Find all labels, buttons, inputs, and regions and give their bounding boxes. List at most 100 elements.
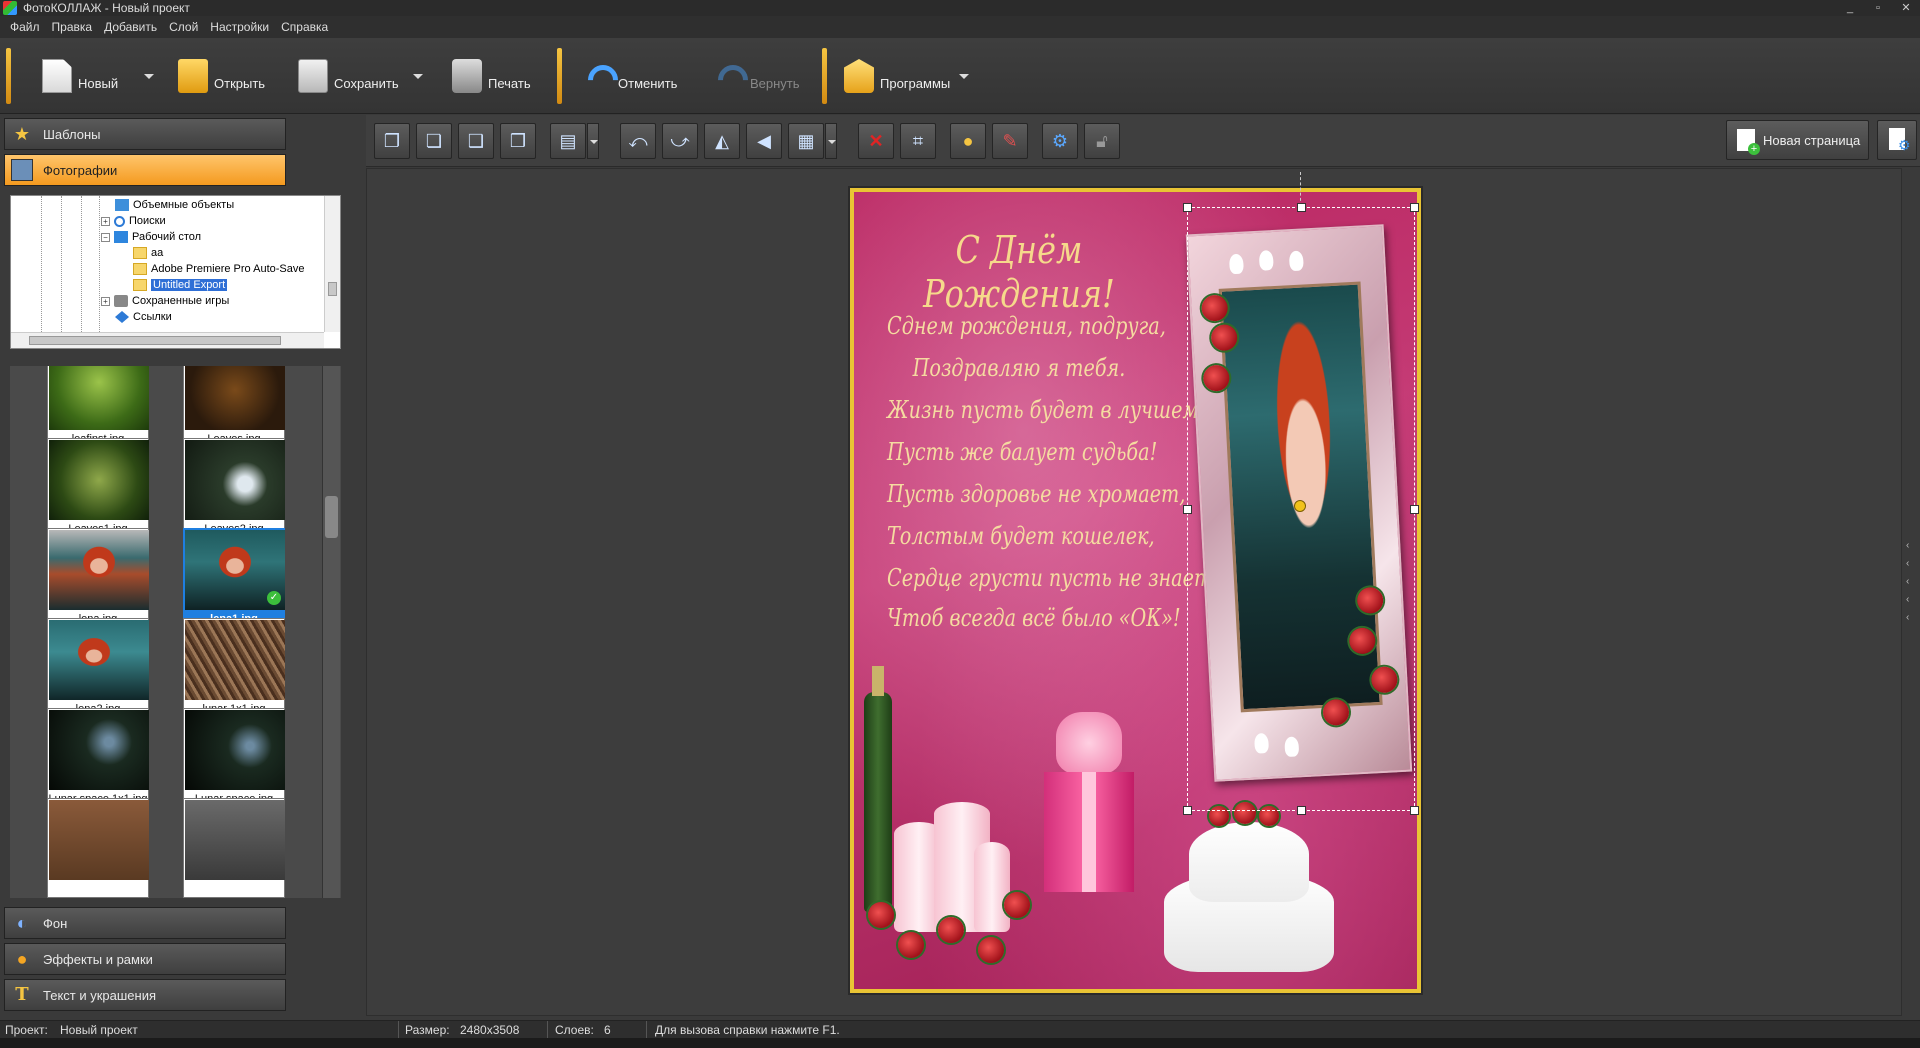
menu-file[interactable]: Файл [4,20,46,34]
tree-vertical-scrollbar[interactable] [324,196,340,332]
thumbnail-item[interactable]: Leaves1.jpg [47,438,149,538]
minimize-button[interactable]: _ [1836,0,1864,16]
lock-button[interactable]: 🔓︎ [1084,123,1120,159]
expand-icon[interactable]: + [101,296,110,306]
send-to-back-icon: ❒ [509,130,527,151]
rotate-right-button[interactable]: ⤻ [662,123,698,159]
tree-item-untitled-export[interactable]: Untitled Export [133,278,229,292]
align-button[interactable]: ▤ [550,123,586,159]
collapse-arrow-icon[interactable]: ‹ [1906,540,1909,551]
properties-button[interactable]: ⚙ [1042,123,1078,159]
collage-page[interactable]: С Днём Рождения! Сднем рождения, подруга… [850,188,1421,993]
bring-forward-button[interactable]: ❏ [416,123,452,159]
align-dropdown-arrow[interactable] [587,123,599,159]
new-page-button[interactable]: Новая страница [1726,120,1869,160]
fill-button[interactable]: ● [950,123,986,159]
undo-button[interactable]: Отменить [582,52,677,100]
bring-to-front-button[interactable]: ❐ [374,123,410,159]
thumbnail-item-selected[interactable]: ✓ lena1.jpg [183,528,285,628]
stretch-dropdown-arrow[interactable] [825,123,837,159]
thumbnail-item[interactable]: Leaves.jpg [183,366,285,448]
collapse-arrow-icon[interactable]: ‹ [1906,558,1909,569]
collapse-arrow-icon[interactable]: ‹ [1906,612,1909,623]
poem-line[interactable]: Чтоб всегда всё было «ОК»! [887,604,1181,632]
accordion-photos[interactable]: Фотографии [4,154,286,186]
poem-line[interactable]: Толстым будет кошелек, [887,522,1155,550]
page-settings-button[interactable] [1877,120,1917,160]
effects-button[interactable]: ✎ [992,123,1028,159]
poem-line[interactable]: Сердце грусти пусть не знает, [887,564,1218,592]
accordion-text[interactable]: T Текст и украшения [4,979,286,1011]
poem-line[interactable]: Поздравляю я тебя. [887,354,1151,382]
send-backward-button[interactable]: ❑ [458,123,494,159]
close-button[interactable]: ✕ [1892,0,1920,16]
accordion-effects[interactable]: ● Эффекты и рамки [4,943,286,975]
collapse-icon[interactable]: − [101,232,110,242]
thumbnail-item[interactable] [47,798,149,898]
poem-line[interactable]: Жизнь пусть будет в лучшем виде, [887,396,1258,424]
tree-item-adobe-premiere[interactable]: Adobe Premiere Pro Auto-Save [133,262,304,276]
magic-wand-icon: ✎ [1002,130,1018,151]
tree-item-aa[interactable]: aa [133,246,163,260]
stretch-button[interactable]: ▦ [788,123,824,159]
menu-add[interactable]: Добавить [98,20,163,34]
tree-horizontal-scrollbar[interactable] [11,332,324,348]
programs-dropdown-arrow[interactable] [959,74,969,79]
crop-button[interactable]: ⌗ [900,123,936,159]
save-dropdown-arrow[interactable] [413,74,423,79]
tree-item-label: Объемные объекты [133,199,235,211]
rotation-handle[interactable] [1294,500,1306,512]
accordion-background[interactable]: ◐ Фон [4,907,286,939]
thumbnail-item[interactable] [183,798,285,898]
redo-button[interactable]: Вернуть [714,52,800,100]
poem-line[interactable]: Сднем рождения, подруга, [887,312,1166,340]
status-help-text: Для вызова справки нажмите F1. [655,1023,840,1037]
maximize-button[interactable]: ▫ [1864,0,1892,16]
rose-decoration [898,932,924,958]
flip-vertical-button[interactable]: ◀ [746,123,782,159]
thumbnail-image [49,440,149,520]
thumbnail-item[interactable]: lena2.jpg [47,618,149,718]
redo-label: Вернуть [750,75,800,91]
thumbnail-item[interactable]: Lunar space.jpg [183,708,285,808]
delete-button[interactable]: ✕ [858,123,894,159]
print-button[interactable]: Печать [452,52,531,100]
background-label: Фон [43,915,68,931]
thumbnail-image [185,800,285,880]
thumbnail-item[interactable]: Leaves2.jpg [183,438,285,538]
tree-item-3d-objects[interactable]: Объемные объекты [115,198,234,212]
menu-layer[interactable]: Слой [163,20,204,34]
accordion-templates[interactable]: ★ Шаблоны [4,118,286,150]
thumbnail-item[interactable]: lena.jpg [47,528,149,628]
poem-line[interactable]: Пусть здоровье не хромает, [887,480,1185,508]
tree-item-saved-games[interactable]: + Сохраненные игры [101,294,229,308]
tree-item-links[interactable]: Ссылки [115,310,172,324]
scrollbar-thumb[interactable] [325,496,338,538]
thumbnail-item[interactable]: Lunar space 1x1.jpg [47,708,149,808]
tree-item-searches[interactable]: + Поиски [101,214,166,228]
menu-help[interactable]: Справка [275,20,334,34]
new-button[interactable]: Новый [42,52,118,100]
rotate-left-button[interactable]: ⤺ [620,123,656,159]
scrollbar-thumb[interactable] [328,282,337,296]
menu-settings[interactable]: Настройки [204,20,275,34]
save-button[interactable]: Сохранить [298,52,399,100]
text-t-icon: T [15,984,29,1005]
thumbnails-scrollbar[interactable] [322,366,340,898]
poem-line[interactable]: Пусть же балует судьба! [887,438,1157,466]
new-dropdown-arrow[interactable] [144,74,154,79]
collapse-arrow-icon[interactable]: ‹ [1906,576,1909,587]
folder-tree[interactable]: Объемные объекты + Поиски − Рабочий стол… [10,195,341,349]
menu-edit[interactable]: Правка [46,20,99,34]
tree-item-desktop[interactable]: − Рабочий стол [101,230,201,244]
collapse-arrow-icon[interactable]: ‹ [1906,594,1909,605]
send-to-back-button[interactable]: ❒ [500,123,536,159]
programs-button[interactable]: Программы [844,52,950,100]
card-title-text[interactable]: С Днём Рождения! [880,228,1157,316]
open-button[interactable]: Открыть [178,52,265,100]
thumbnail-item[interactable]: lunar 1x1.jpg [183,618,285,718]
flip-horizontal-button[interactable]: ◭ [704,123,740,159]
thumbnail-item[interactable]: leafinst.jpg [47,366,149,448]
scrollbar-thumb[interactable] [29,336,281,345]
expand-icon[interactable]: + [101,216,110,226]
